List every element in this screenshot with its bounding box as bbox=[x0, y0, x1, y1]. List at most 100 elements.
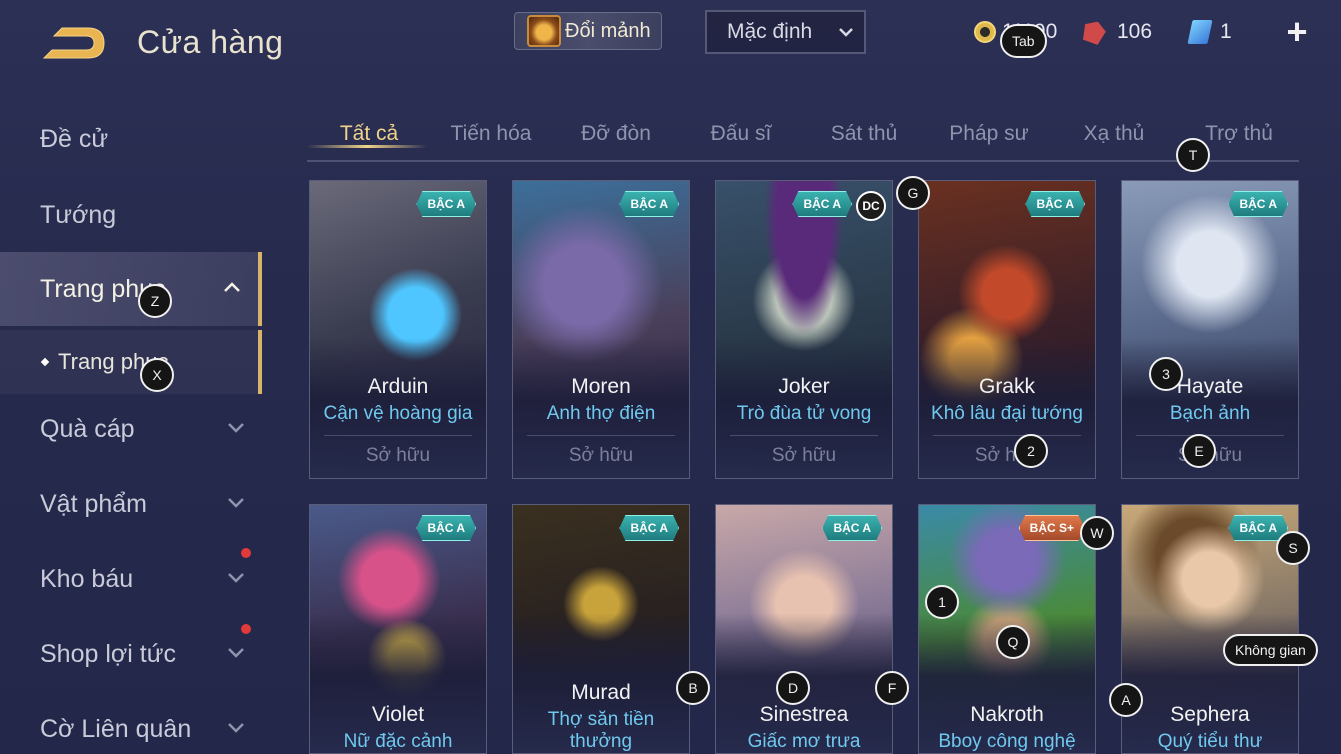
tier-badge: BẬC A bbox=[1228, 191, 1288, 217]
key-hint-q: Q bbox=[996, 625, 1030, 659]
sidebar-item-heroes[interactable]: Tướng bbox=[0, 178, 262, 252]
key-hint-2: 2 bbox=[1014, 434, 1048, 468]
chevron-down-icon bbox=[839, 28, 853, 37]
skin-card[interactable]: BẬC A Sephera Quý tiểu thư bbox=[1121, 504, 1299, 754]
tier-badge: BẬC A bbox=[619, 515, 679, 541]
back-arrow-icon[interactable] bbox=[40, 24, 110, 62]
sidebar-item-profit-shop[interactable]: Shop lợi tức bbox=[0, 617, 262, 691]
sidebar-item-gifts[interactable]: Quà cáp bbox=[0, 392, 262, 466]
chest-icon bbox=[527, 15, 561, 47]
hero-name: Nakroth bbox=[970, 703, 1044, 726]
notification-dot bbox=[241, 624, 251, 634]
chevron-down-icon bbox=[228, 498, 244, 508]
tier-badge: BẬC S+ bbox=[1018, 515, 1085, 541]
skin-card[interactable]: BẬC A DC Joker Trò đùa tử vong Sở hữu bbox=[715, 180, 893, 479]
tab-label: Tất cả bbox=[339, 122, 399, 145]
page-title: Cửa hàng bbox=[137, 24, 284, 60]
sidebar-subitem-skins[interactable]: Trang phục bbox=[0, 330, 262, 394]
notification-dot bbox=[241, 548, 251, 558]
key-hint-x: X bbox=[140, 358, 174, 392]
skin-card[interactable]: BẬC A Moren Anh thợ điện Sở hữu bbox=[512, 180, 690, 479]
key-hint-tab: Tab bbox=[1000, 24, 1047, 58]
key-hint-1: 1 bbox=[925, 585, 959, 619]
tier-badge: BẬC A bbox=[416, 515, 476, 541]
hero-name: Arduin bbox=[367, 375, 429, 398]
skin-card[interactable]: BẬC A Hayate Bạch ảnh Sở hữu bbox=[1121, 180, 1299, 479]
owned-status: Sở hữu bbox=[771, 445, 837, 466]
key-hint-t: T bbox=[1176, 138, 1210, 172]
sidebar-item-label: Đề cử bbox=[40, 124, 109, 153]
key-hint-g: G bbox=[896, 176, 930, 210]
coin-icon bbox=[974, 21, 996, 43]
gem-icon bbox=[1080, 18, 1108, 46]
skin-name: Cận vệ hoàng gia bbox=[323, 403, 473, 424]
sidebar-item-recommended[interactable]: Đề cử bbox=[0, 102, 262, 176]
sidebar-item-items[interactable]: Vật phẩm bbox=[0, 467, 262, 541]
tier-badge: BẬC A bbox=[1025, 191, 1085, 217]
sidebar-item-label: Shop lợi tức bbox=[40, 639, 176, 668]
tab-marksman[interactable]: Xạ thủ bbox=[1052, 122, 1176, 146]
tab-mage[interactable]: Pháp sư bbox=[927, 122, 1051, 146]
ticket-balance: 1 bbox=[1187, 20, 1232, 44]
key-hint-f: F bbox=[875, 671, 909, 705]
key-hint-b: B bbox=[676, 671, 710, 705]
key-hint-3: 3 bbox=[1149, 357, 1183, 391]
tab-evolution[interactable]: Tiến hóa bbox=[429, 122, 553, 146]
owned-status: Sở hữu bbox=[568, 445, 634, 466]
add-currency-button[interactable]: + bbox=[1283, 14, 1311, 50]
hero-name: Murad bbox=[571, 681, 631, 704]
hero-name: Grakk bbox=[978, 375, 1035, 398]
hero-name: Sephera bbox=[1170, 703, 1250, 726]
sidebar-item-label: Cờ Liên quân bbox=[40, 714, 192, 743]
tab-fighter[interactable]: Đấu sĩ bbox=[679, 122, 803, 146]
sidebar-item-label: Vật phẩm bbox=[40, 489, 148, 518]
sort-value: Mặc định bbox=[727, 20, 813, 43]
owned-status: Sở hữu bbox=[974, 445, 1040, 466]
skin-name: Thợ săn tiền thưởng bbox=[547, 709, 655, 752]
tier-badge: BẬC A bbox=[416, 191, 476, 217]
skin-name: Nữ đặc cảnh bbox=[343, 731, 453, 752]
skin-name: Giấc mơ trưa bbox=[747, 731, 861, 752]
skin-name: Bạch ảnh bbox=[1169, 403, 1251, 424]
skin-grid: BẬC A Arduin Cận vệ hoàng gia Sở hữu BẬC… bbox=[309, 180, 1301, 754]
chevron-down-icon bbox=[228, 573, 244, 583]
divider bbox=[527, 435, 675, 436]
sidebar-item-skins[interactable]: Trang phục bbox=[0, 252, 262, 326]
hero-name: Hayate bbox=[1176, 375, 1244, 398]
key-hint-z: Z bbox=[138, 284, 172, 318]
hero-name: Violet bbox=[371, 703, 425, 726]
ticket-icon bbox=[1187, 20, 1213, 44]
sort-dropdown[interactable]: Mặc định bbox=[705, 10, 866, 54]
tier-badge: BẬC A bbox=[792, 191, 852, 217]
skin-card[interactable]: BẬC A Grakk Khô lâu đại tướng Sở hữu bbox=[918, 180, 1096, 479]
ticket-amount: 1 bbox=[1220, 20, 1232, 43]
key-hint-space: Không gian bbox=[1223, 634, 1318, 666]
skin-card[interactable]: BẬC A Murad Thợ săn tiền thưởng bbox=[512, 504, 690, 754]
skin-card[interactable]: BẬC A Arduin Cận vệ hoàng gia Sở hữu bbox=[309, 180, 487, 479]
skin-name: Quý tiểu thư bbox=[1157, 731, 1263, 752]
skin-card[interactable]: BẬC A Sinestrea Giấc mơ trưa bbox=[715, 504, 893, 754]
tab-tank[interactable]: Đỡ đòn bbox=[554, 122, 678, 146]
sidebar-item-chess[interactable]: Cờ Liên quân bbox=[0, 692, 262, 754]
sidebar-item-treasure[interactable]: Kho báu bbox=[0, 542, 262, 616]
sidebar-item-label: Tướng bbox=[40, 200, 117, 229]
key-hint-a: A bbox=[1109, 683, 1143, 717]
tab-assassin[interactable]: Sát thủ bbox=[802, 122, 926, 146]
owned-status: Sở hữu bbox=[365, 445, 431, 466]
chevron-up-icon bbox=[224, 282, 240, 292]
divider bbox=[324, 435, 472, 436]
hero-name: Moren bbox=[571, 375, 631, 398]
top-bar: Cửa hàng Đổi mảnh Mặc định 11190 106 1 + bbox=[0, 0, 1341, 80]
hero-name: Sinestrea bbox=[759, 703, 849, 726]
sidebar-item-label: Kho báu bbox=[40, 564, 134, 593]
skin-card[interactable]: BẬC A Violet Nữ đặc cảnh bbox=[309, 504, 487, 754]
skin-name: Anh thợ điện bbox=[546, 403, 656, 424]
hero-name: Joker bbox=[778, 375, 830, 398]
key-hint-s: S bbox=[1276, 531, 1310, 565]
role-tabs: Tất cả Tiến hóa Đỡ đòn Đấu sĩ Sát thủ Ph… bbox=[307, 112, 1299, 162]
exchange-shards-button[interactable]: Đổi mảnh bbox=[514, 12, 662, 50]
tab-all[interactable]: Tất cả bbox=[307, 122, 431, 148]
key-hint-e: E bbox=[1182, 434, 1216, 468]
bullet-icon bbox=[40, 357, 50, 367]
chevron-down-icon bbox=[228, 723, 244, 733]
